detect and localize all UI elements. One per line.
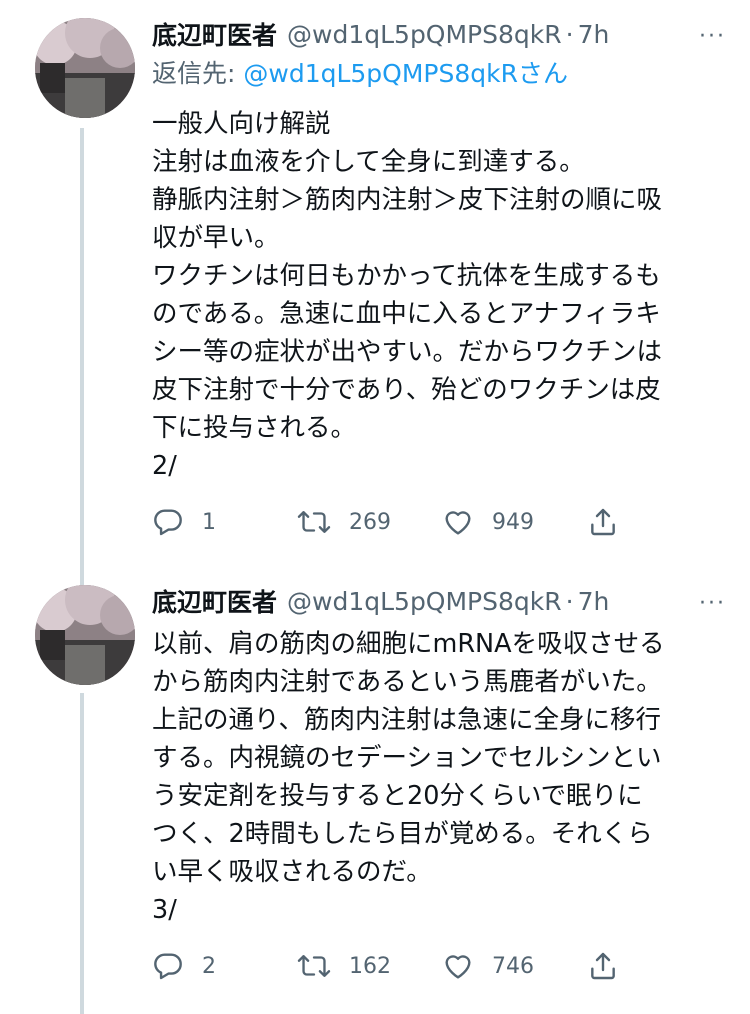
tweet-content: 底辺町医者 @wd1qL5pQMPS8qkR · 7h ··· 以前、肩の筋肉の…	[152, 581, 730, 929]
retweet-count: 162	[349, 953, 391, 979]
tweet[interactable]: 底辺町医者 @wd1qL5pQMPS8qkR · 7h ··· 返信先: @wd…	[0, 0, 750, 575]
reply-button[interactable]: 1	[152, 506, 297, 538]
author-handle[interactable]: @wd1qL5pQMPS8qkR	[287, 587, 562, 616]
like-button[interactable]: 949	[442, 506, 587, 538]
tweet-text: 以前、肩の筋肉の細胞にmRNAを吸収させる から筋肉内注射であるという馬鹿者がい…	[152, 629, 665, 925]
share-button[interactable]	[587, 506, 627, 538]
tweet-header: 底辺町医者 @wd1qL5pQMPS8qkR · 7h	[152, 581, 730, 621]
reply-prefix: 返信先:	[152, 59, 244, 88]
tweet-header: 底辺町医者 @wd1qL5pQMPS8qkR · 7h	[152, 14, 730, 54]
tweet-actions: 2 162 746	[152, 946, 672, 986]
thread-line	[80, 575, 84, 585]
tweet-text: 一般人向け解説 注射は血液を介して全身に到達する。 静脈内注射＞筋肉内注射＞皮下…	[152, 109, 663, 481]
avatar[interactable]	[35, 585, 135, 685]
retweet-count: 269	[349, 509, 391, 535]
thread-line	[80, 693, 84, 1014]
timestamp[interactable]: 7h	[578, 587, 610, 616]
share-upload-icon	[591, 508, 615, 536]
share-upload-icon	[591, 952, 615, 980]
like-button[interactable]: 746	[442, 950, 587, 982]
author-handle[interactable]: @wd1qL5pQMPS8qkR	[287, 20, 562, 49]
timestamp[interactable]: 7h	[578, 20, 610, 49]
speech-bubble-icon	[154, 953, 182, 980]
author-name[interactable]: 底辺町医者	[152, 583, 277, 619]
tweet[interactable]: 底辺町医者 @wd1qL5pQMPS8qkR · 7h ··· 以前、肩の筋肉の…	[0, 575, 750, 1014]
tweet-content: 底辺町医者 @wd1qL5pQMPS8qkR · 7h ··· 返信先: @wd…	[152, 14, 730, 485]
reply-context: 返信先: @wd1qL5pQMPS8qkRさん	[152, 54, 730, 94]
heart-icon	[445, 955, 471, 979]
separator-dot: ·	[565, 586, 574, 616]
like-count: 746	[492, 953, 534, 979]
speech-bubble-icon	[154, 509, 182, 536]
reply-handle-link[interactable]: @wd1qL5pQMPS8qkR	[243, 59, 518, 88]
avatar[interactable]	[35, 18, 135, 118]
reply-button[interactable]: 2	[152, 950, 297, 982]
more-options-icon[interactable]: ···	[699, 591, 726, 616]
retweet-arrows-icon	[297, 955, 331, 977]
share-button[interactable]	[587, 950, 627, 982]
retweet-button[interactable]: 162	[297, 950, 442, 982]
avatar-image	[35, 18, 135, 118]
separator-dot: ·	[565, 19, 574, 49]
retweet-arrows-icon	[297, 511, 331, 533]
reply-count: 1	[202, 509, 216, 535]
heart-icon	[445, 511, 471, 535]
like-count: 949	[492, 509, 534, 535]
retweet-button[interactable]: 269	[297, 506, 442, 538]
tweet-actions: 1 269 949	[152, 502, 672, 542]
more-options-icon[interactable]: ···	[699, 24, 726, 49]
reply-count: 2	[202, 953, 216, 979]
thread-line	[80, 128, 84, 575]
author-name[interactable]: 底辺町医者	[152, 16, 277, 52]
reply-suffix: さん	[517, 59, 568, 88]
avatar-image	[35, 585, 135, 685]
